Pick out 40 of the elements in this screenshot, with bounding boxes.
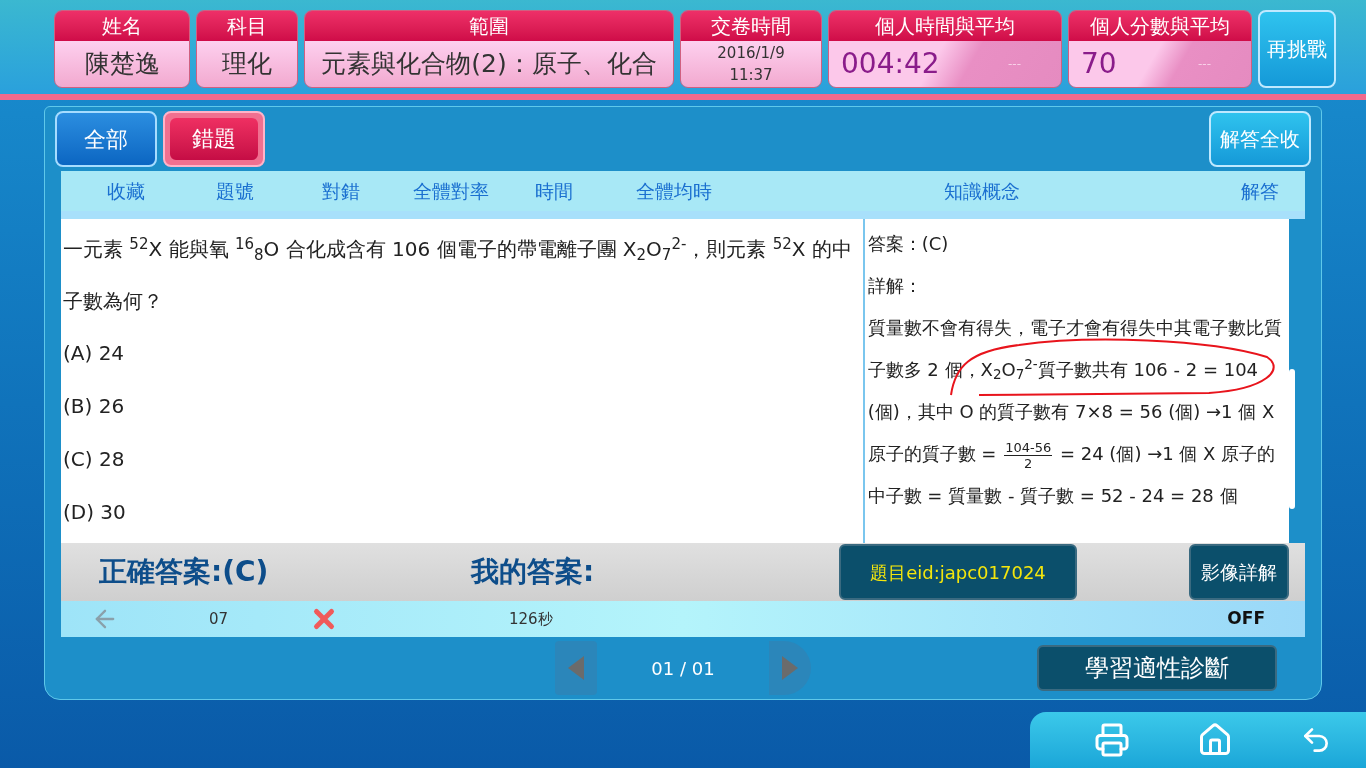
column-header: 時間 xyxy=(534,178,574,204)
answer-option: (A) 24 xyxy=(63,327,863,380)
question-number: 07 xyxy=(209,608,230,630)
correct-answer: 正確答案:(C) xyxy=(98,554,270,590)
detail-label: 詳解： xyxy=(867,274,923,298)
card-label: 姓名 xyxy=(101,13,143,40)
filter-tab[interactable]: 錯題 xyxy=(163,111,265,167)
answer-toggle[interactable]: OFF xyxy=(1227,606,1265,632)
column-header: 全體對率 xyxy=(412,178,490,204)
card-label: 個人時間與平均 xyxy=(874,13,1016,40)
video-explanation-button[interactable]: 影像詳解 xyxy=(1189,544,1289,600)
my-answer: 我的答案: xyxy=(471,554,596,590)
card-label: 個人分數與平均 xyxy=(1089,13,1231,40)
card-value: 元素與化合物(2)：原子、化合 xyxy=(320,48,658,81)
column-header: 知識概念 xyxy=(943,178,1021,204)
card-label: 範圍 xyxy=(468,13,510,40)
card-label: 交卷時間 xyxy=(710,13,792,40)
card-value: 陳楚逸 xyxy=(83,48,161,81)
card-value: 理化 xyxy=(221,48,273,81)
question-text: 一元素 $^{52}$X 能與氧 $^{16}$$_{8}$O 合化成含有 106 個電子的帶電離子團 X$_{2}$O$_{7}$$^{2-}$，則元素 $^{52}$X 的中子數為何？ xyxy=(63,233,853,315)
time-cell-text: 126秒 xyxy=(509,608,553,630)
average-value: --- xyxy=(1198,56,1212,73)
personal-value: 004:42 xyxy=(840,46,940,82)
submit-time: 2016/1/9 11:37 xyxy=(717,43,785,86)
answer-option: (D) 30 xyxy=(63,486,863,539)
column-header: 全體均時 xyxy=(635,178,713,204)
column-header: 解答 xyxy=(1240,178,1280,204)
column-header: 題號 xyxy=(215,178,255,204)
answer-option: (B) 26 xyxy=(63,380,863,433)
answer-option: (C) 28 xyxy=(63,433,863,486)
average-value: --- xyxy=(1008,56,1022,73)
column-header: 對錯 xyxy=(321,178,361,204)
column-header: 收藏 xyxy=(106,178,146,204)
page-indicator: 01 / 01 xyxy=(650,656,716,681)
question-id-button[interactable]: 題目eid:japc017024 xyxy=(839,544,1077,600)
diagnosis-button[interactable]: 學習適性診斷 xyxy=(1037,645,1277,691)
card-label: 科目 xyxy=(226,13,268,40)
personal-value: 70 xyxy=(1080,46,1117,82)
filter-tab[interactable]: 全部 xyxy=(55,111,157,167)
answer-text: 答案：(C) xyxy=(867,232,950,256)
